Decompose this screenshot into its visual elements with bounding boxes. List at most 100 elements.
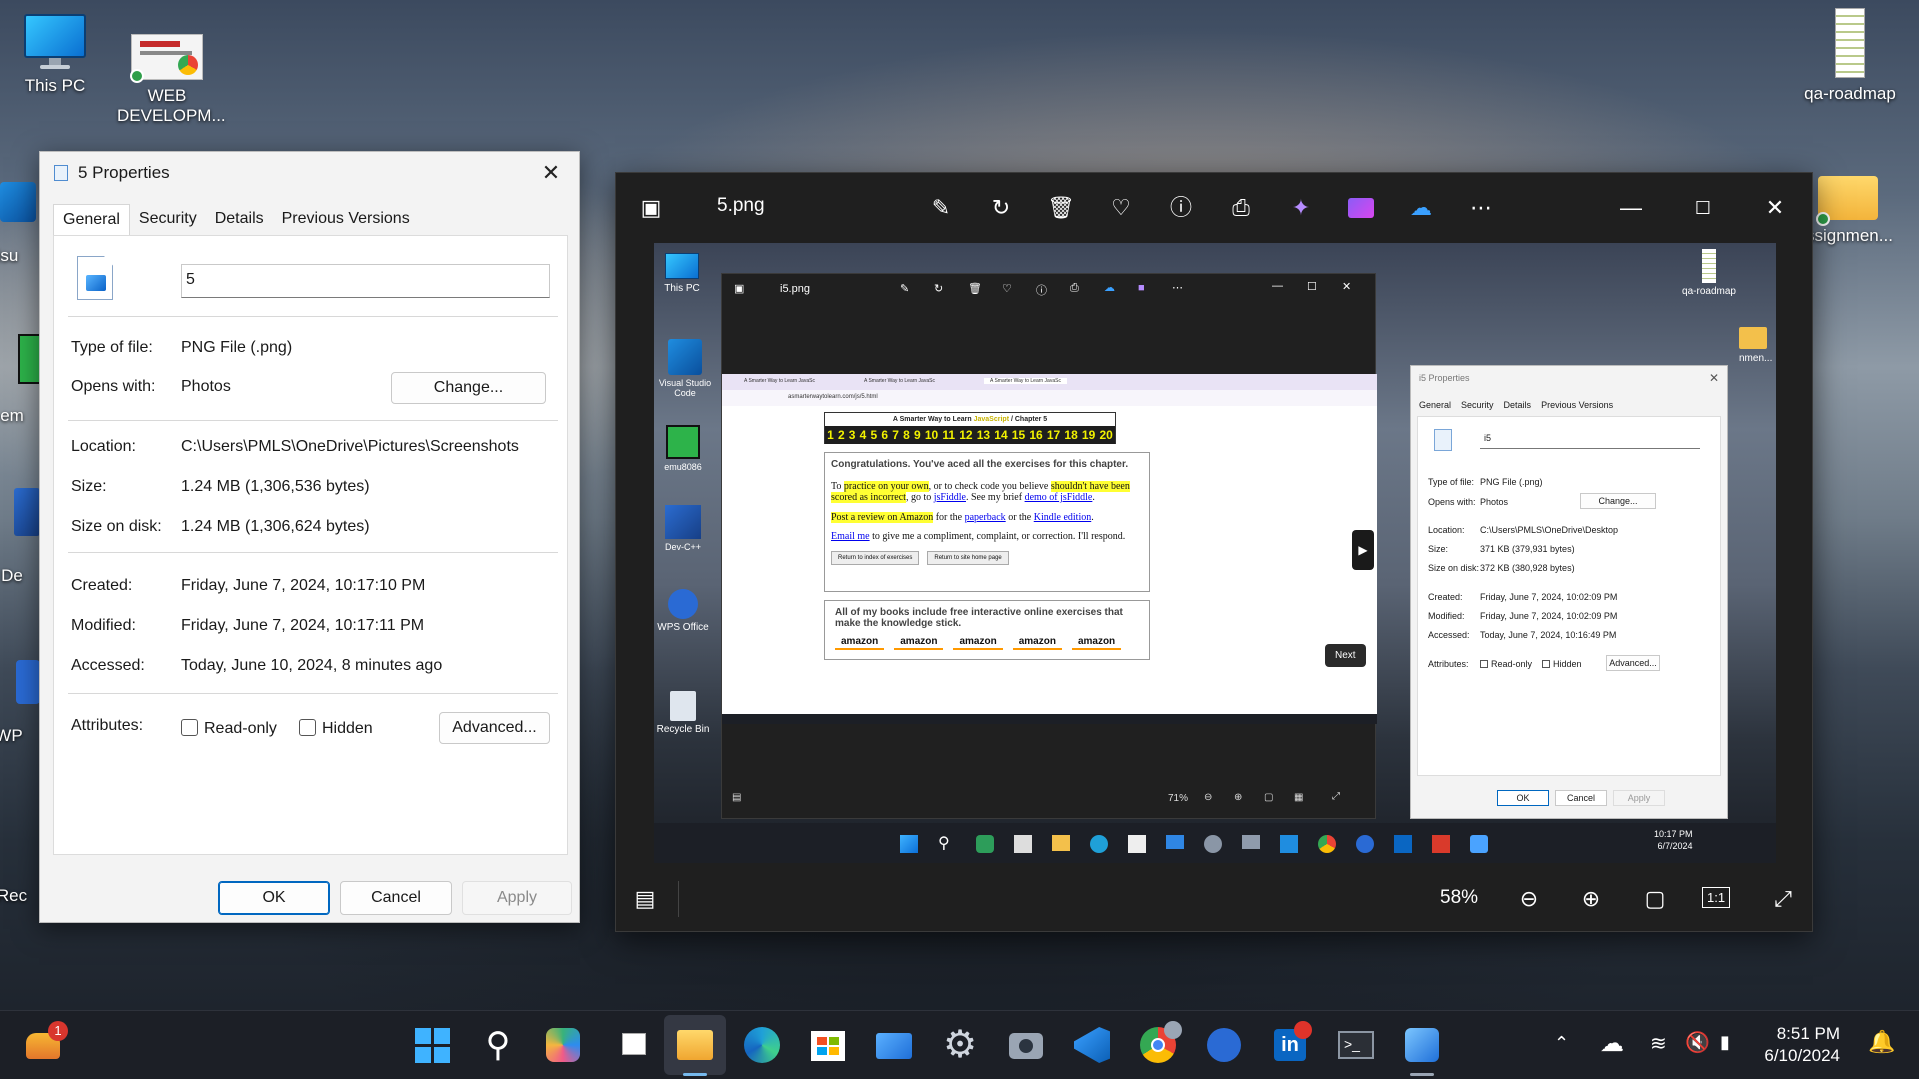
exercise-number-link[interactable]: 10 <box>925 428 938 442</box>
task-view-icon[interactable] <box>610 1025 650 1065</box>
readonly-checkbox[interactable]: Read-only <box>1480 659 1532 669</box>
inner-name-field[interactable]: i5 <box>1480 429 1700 449</box>
rotate-icon[interactable]: ↻ <box>986 193 1016 223</box>
actual-size-button[interactable]: 1:1 <box>1702 887 1731 908</box>
microsoft-store-icon[interactable] <box>808 1025 848 1065</box>
vscode-icon[interactable] <box>1072 1025 1112 1065</box>
edit-icon[interactable]: ✎ <box>926 193 956 223</box>
delete-icon[interactable]: 🗑 <box>968 282 982 295</box>
print-icon[interactable]: ⎙ <box>1070 282 1079 295</box>
browser-tab[interactable]: A Smarter Way to Learn JavaSc <box>744 378 815 384</box>
amazon-logo[interactable]: amazon <box>835 635 885 650</box>
wps-office-icon[interactable] <box>16 660 40 704</box>
settings-icon[interactable] <box>1204 835 1222 853</box>
exercise-number-link[interactable]: 8 <box>903 428 910 442</box>
tab-general[interactable]: General <box>1419 400 1451 410</box>
info-icon[interactable]: ⓘ <box>1036 282 1047 298</box>
return-home-button[interactable]: Return to site home page <box>927 550 1009 566</box>
mail-icon[interactable] <box>874 1025 914 1065</box>
linkedin-icon[interactable] <box>1394 835 1412 853</box>
exercise-number-link[interactable]: 6 <box>881 428 888 442</box>
clipchamp-icon[interactable] <box>1346 193 1376 223</box>
return-index-button[interactable]: Return to index of exercises <box>831 550 920 566</box>
exercise-number-link[interactable]: 12 <box>959 428 972 442</box>
store-icon[interactable] <box>1128 835 1146 853</box>
filmstrip-icon[interactable]: ▤ <box>630 884 660 914</box>
vscode-icon[interactable] <box>1280 835 1298 853</box>
amazon-logo[interactable]: amazon <box>953 635 1003 650</box>
mail-icon[interactable] <box>1166 835 1184 849</box>
jsfiddle-demo-link[interactable]: demo of jsFiddle <box>1025 492 1093 503</box>
exercise-number-link[interactable]: 11 <box>942 428 955 442</box>
rotate-icon[interactable]: ↻ <box>934 282 943 295</box>
kindle-link[interactable]: Kindle edition <box>1034 512 1092 523</box>
close-icon[interactable]: ✕ <box>1709 371 1719 385</box>
onedrive-cloud-icon[interactable]: ☁ <box>1600 1029 1624 1058</box>
wps-writer-icon[interactable] <box>1432 835 1450 853</box>
search-icon[interactable]: ⚲ <box>938 833 950 853</box>
zoom-out-icon[interactable]: ⊖ <box>1204 792 1212 803</box>
hidden-checkbox[interactable]: Hidden <box>299 719 373 738</box>
exercise-number-link[interactable]: 13 <box>977 428 990 442</box>
exercise-number-link[interactable]: 17 <box>1047 428 1060 442</box>
gallery-icon[interactable]: ▣ <box>734 282 744 295</box>
chrome-icon[interactable] <box>1318 835 1336 853</box>
tab-security[interactable]: Security <box>130 204 206 235</box>
info-icon[interactable]: ⓘ <box>1166 193 1196 223</box>
clock[interactable]: 8:51 PM 6/10/2024 <box>1760 1023 1840 1067</box>
favorite-heart-icon[interactable]: ♡ <box>1002 282 1012 295</box>
onedrive-icon[interactable]: ☁ <box>1406 193 1436 223</box>
chevron-up-icon[interactable]: ⌃ <box>1554 1033 1569 1054</box>
tab-previous-versions[interactable]: Previous Versions <box>1541 400 1613 410</box>
close-icon[interactable]: ✕ <box>533 158 569 188</box>
file-explorer-icon[interactable] <box>1052 835 1070 851</box>
photos-icon[interactable] <box>1402 1025 1442 1065</box>
file-explorer-icon[interactable] <box>675 1025 715 1065</box>
actual-size-icon[interactable]: ▦ <box>1294 792 1303 803</box>
exercise-number-link[interactable]: 2 <box>838 428 845 442</box>
more-options-icon[interactable]: ⋯ <box>1172 281 1183 294</box>
start-icon[interactable] <box>900 835 918 853</box>
apply-button[interactable]: Apply <box>462 881 572 915</box>
speaker-muted-icon[interactable]: 🔇 <box>1685 1030 1710 1055</box>
print-icon[interactable]: ⎙ <box>1226 193 1256 223</box>
minimize-icon[interactable]: — <box>1616 193 1646 223</box>
file-name-input[interactable]: 5 <box>181 264 550 298</box>
ok-button[interactable]: OK <box>1497 790 1549 806</box>
exercise-number-link[interactable]: 15 <box>1012 428 1025 442</box>
wps-office-icon[interactable] <box>1204 1025 1244 1065</box>
desktop-icon-web-development[interactable]: WEB DEVELOPM... <box>112 34 226 127</box>
fullscreen-icon[interactable]: ⤢ <box>1768 884 1798 914</box>
designer-icon[interactable]: ✦ <box>1286 193 1316 223</box>
fit-to-window-icon[interactable]: ▢ <box>1640 884 1670 914</box>
copilot-icon[interactable] <box>543 1025 583 1065</box>
url-text[interactable]: asmarterwaytolearn.com/js/5.html <box>788 394 878 400</box>
onedrive-icon[interactable]: ☁ <box>1104 281 1115 294</box>
clipchamp-icon[interactable]: ■ <box>1138 282 1145 294</box>
edge-icon[interactable] <box>742 1025 782 1065</box>
camera-icon[interactable] <box>1006 1025 1046 1065</box>
desktop-icon-qa-roadmap[interactable]: qa-roadmap <box>1790 8 1910 104</box>
tab-details[interactable]: Details <box>206 204 273 235</box>
exercise-number-link[interactable]: 1 <box>827 428 834 442</box>
devcpp-icon[interactable] <box>14 488 40 536</box>
cancel-button[interactable]: Cancel <box>340 881 452 915</box>
edge-icon[interactable] <box>1090 835 1108 853</box>
exercise-number-link[interactable]: 18 <box>1064 428 1077 442</box>
apply-button[interactable]: Apply <box>1613 790 1665 806</box>
exercise-number-link[interactable]: 7 <box>892 428 899 442</box>
edit-icon[interactable]: ✎ <box>900 282 909 295</box>
jsfiddle-link[interactable]: jsFiddle <box>934 492 966 503</box>
search-icon[interactable]: ⚲ <box>478 1025 518 1065</box>
change-button[interactable]: Change... <box>391 372 546 404</box>
wifi-icon[interactable]: ≋ <box>1650 1031 1667 1056</box>
fullscreen-icon[interactable]: ⤢ <box>1332 791 1340 802</box>
filmstrip-icon[interactable]: ▤ <box>732 792 741 803</box>
zoom-out-icon[interactable]: ⊖ <box>1514 884 1544 914</box>
hidden-checkbox[interactable]: Hidden <box>1542 659 1582 669</box>
tab-general[interactable]: General <box>53 204 130 235</box>
exercise-number-link[interactable]: 5 <box>871 428 878 442</box>
exercise-number-link[interactable]: 9 <box>914 428 921 442</box>
fit-icon[interactable]: ▢ <box>1264 792 1273 803</box>
desktop-icon-this-pc[interactable]: This PC <box>0 14 110 96</box>
